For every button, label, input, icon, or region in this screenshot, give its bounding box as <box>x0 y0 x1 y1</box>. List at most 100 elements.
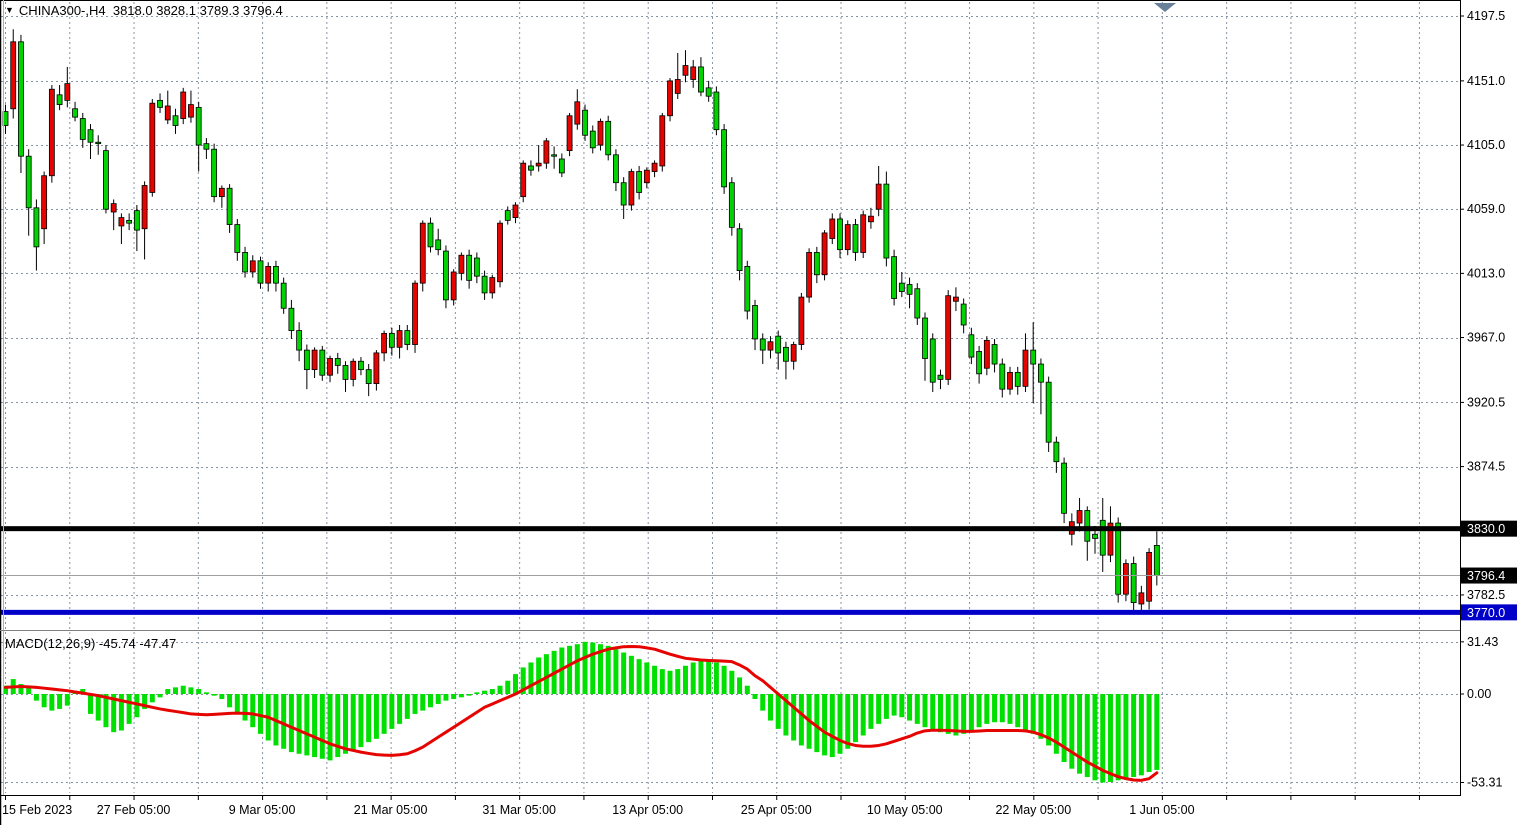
macd-bar <box>1015 694 1020 727</box>
candle-body <box>745 266 750 311</box>
macd-bar <box>250 694 255 727</box>
time-axis-label[interactable]: 9 Mar 05:00 <box>229 803 296 817</box>
candle-body <box>250 261 255 272</box>
candle-body <box>552 155 557 156</box>
candle-body <box>652 163 657 171</box>
chart-canvas[interactable]: 4197.54151.04105.04059.04013.03967.03920… <box>0 0 1517 825</box>
candle-body <box>838 219 843 250</box>
candle-body <box>42 176 47 229</box>
candle-body <box>567 116 572 151</box>
candle-body <box>204 144 209 150</box>
candle-body <box>451 272 456 300</box>
candle-body <box>188 105 193 118</box>
candle-body <box>304 350 309 370</box>
macd-bar <box>768 694 773 721</box>
macd-bar <box>490 689 495 694</box>
macd-bar <box>544 654 549 694</box>
candle-body <box>637 172 642 193</box>
macd-bar <box>204 692 209 694</box>
candle-body <box>505 211 510 221</box>
candle-body <box>96 142 101 143</box>
hline-black[interactable] <box>0 526 1460 531</box>
price-axis-label: 4105.0 <box>1467 138 1505 152</box>
candle-body <box>892 257 897 299</box>
time-axis-label[interactable]: 21 Mar 05:00 <box>354 803 428 817</box>
hline-blue[interactable] <box>0 610 1460 615</box>
candle-body <box>876 184 881 209</box>
macd-bar <box>297 694 302 754</box>
macd-bar <box>652 666 657 694</box>
candle-body <box>428 223 433 247</box>
candle-body <box>1147 552 1152 601</box>
candle-body <box>1038 364 1043 382</box>
macd-bar <box>822 694 827 755</box>
candle-body <box>953 297 958 301</box>
candle-body <box>328 358 333 375</box>
candle-body <box>49 89 54 175</box>
time-axis-label[interactable]: 25 Apr 05:00 <box>741 803 812 817</box>
candle-body <box>1085 511 1090 542</box>
candle-body <box>598 121 603 145</box>
time-axis-label[interactable]: 13 Apr 05:00 <box>612 803 683 817</box>
macd-bar <box>1116 694 1121 780</box>
time-axis-label[interactable]: 27 Feb 05:00 <box>97 803 171 817</box>
macd-bar <box>42 694 47 707</box>
macd-bar <box>722 666 727 694</box>
candle-body <box>528 166 533 170</box>
time-axis-label[interactable]: 1 Jun 05:00 <box>1129 803 1194 817</box>
candle-body <box>668 81 673 116</box>
candle-body <box>907 285 912 295</box>
macd-indicator-label: MACD(12,26,9) -45.74 -47.47 <box>5 636 176 651</box>
candle-body <box>474 258 479 276</box>
macd-axis-label: 0.00 <box>1467 687 1491 701</box>
candle-body <box>65 84 70 101</box>
candle-body <box>1139 593 1144 604</box>
macd-bar <box>791 694 796 740</box>
candle-body <box>173 116 178 126</box>
candle-body <box>853 225 858 253</box>
macd-bar <box>899 694 904 717</box>
macd-bar <box>150 694 155 702</box>
macd-bar <box>96 694 101 721</box>
macd-bar <box>629 656 634 694</box>
candle-body <box>88 130 93 143</box>
macd-bar <box>675 669 680 694</box>
macd-bar <box>188 687 193 694</box>
candle-body <box>544 141 549 163</box>
candle-body <box>1131 564 1136 603</box>
candle-body <box>961 304 966 325</box>
macd-bar <box>745 686 750 694</box>
time-axis-label[interactable]: 31 Mar 05:00 <box>482 803 556 817</box>
macd-bar <box>776 694 781 729</box>
candle-body <box>73 109 78 117</box>
symbol-dropdown-icon[interactable]: ▼ <box>5 3 14 18</box>
macd-bar <box>1000 694 1005 722</box>
candle-body <box>57 95 62 105</box>
candle-body <box>644 170 649 183</box>
time-axis-label[interactable]: 15 Feb 2023 <box>2 803 72 817</box>
macd-bar <box>196 689 201 694</box>
price-axis-label: 4059.0 <box>1467 202 1505 216</box>
candle-body <box>420 223 425 283</box>
trading-chart-window: 4197.54151.04105.04059.04013.03967.03920… <box>0 0 1517 825</box>
macd-bar <box>729 671 734 694</box>
macd-bar <box>528 662 533 694</box>
macd-bar <box>892 694 897 716</box>
time-axis-label[interactable]: 22 May 05:00 <box>995 803 1071 817</box>
price-axis-label: 4151.0 <box>1467 74 1505 88</box>
candle-body <box>899 283 904 291</box>
candle-body <box>1031 350 1036 364</box>
candle-body <box>915 289 920 318</box>
candle-body <box>791 345 796 362</box>
candle-body <box>946 296 951 380</box>
candle-body <box>459 255 464 273</box>
candle-body <box>1100 520 1105 555</box>
candle-body <box>26 156 31 208</box>
candle-body <box>397 331 402 348</box>
candle-body <box>366 370 371 384</box>
macd-bar <box>737 677 742 694</box>
candle-body <box>583 110 588 135</box>
candle-body <box>768 342 773 350</box>
candle-body <box>1077 511 1082 524</box>
time-axis-label[interactable]: 10 May 05:00 <box>867 803 943 817</box>
